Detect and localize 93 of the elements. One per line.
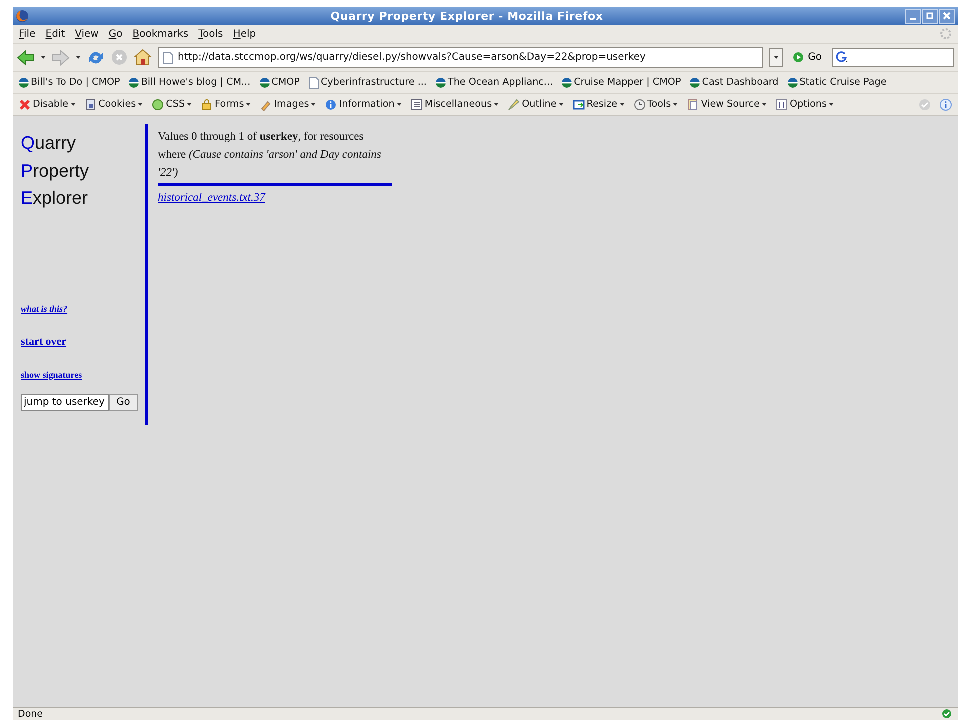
menu-item[interactable]: Go [108,28,123,40]
caret-icon [396,102,402,106]
bookmark-icon [19,78,29,88]
bookmark-link[interactable]: Bill Howe's blog | CM... [129,77,251,88]
info-icon [325,98,338,110]
results-summary: Values 0 through 1 of userkey, for resources where (Cause contains 'arson' and Day contains '22') [158,128,392,186]
search-engine-icon [836,51,850,64]
toolbar-menu-button[interactable]: Images [260,98,316,110]
status-text: Done [17,708,44,720]
info-icon[interactable] [940,98,952,110]
forward-arrow-icon[interactable] [52,50,70,66]
bookmark-link[interactable]: The Ocean Applianc... [436,77,554,88]
clock-icon [634,98,646,110]
bookmark-icon [129,78,140,88]
menu-item[interactable]: View [75,28,99,40]
stop-icon[interactable] [111,49,128,66]
home-icon[interactable] [134,49,152,66]
menu-item[interactable]: File [19,28,36,40]
toolbar-menu-button[interactable]: Tools [634,98,678,110]
caret-icon [829,102,834,106]
clipboard-icon [687,98,700,110]
lock-icon [201,98,214,110]
bookmark-link[interactable]: CMOP [260,77,300,88]
app-title-line: Quarry [21,132,78,155]
maximize-button[interactable] [922,8,938,24]
bookmark-link[interactable]: Cast Dashboard [690,77,779,88]
window-title: Quarry Property Explorer - Mozilla Firefox [330,10,604,22]
menu-item[interactable]: Bookmarks [132,28,189,40]
pencil-icon [260,98,272,110]
toolbar-menu-button[interactable]: Forms [201,98,252,110]
bookmark-icon [690,78,700,88]
caret-icon [311,102,316,106]
play-icon [793,52,804,63]
bookmark-icon [436,78,446,88]
sidebar-link[interactable]: start over [21,336,67,348]
page-icon [163,52,173,64]
close-icon [943,12,951,20]
caret-icon [774,56,779,60]
caret-icon [138,102,144,106]
options-icon [776,98,788,110]
bookmark-link[interactable]: Cruise Mapper | CMOP [562,77,682,88]
result-link[interactable]: historical_events.txt.37 [158,192,266,204]
throbber-icon [940,28,952,40]
menu-item[interactable]: Edit [46,28,66,40]
cross-icon [19,98,31,110]
bookmark-link[interactable]: Static Cruise Page [788,77,887,88]
toolbar-menu-button[interactable]: Outline [508,98,564,110]
toolbar-menu-button[interactable]: Miscellaneous [410,98,500,110]
go-button[interactable]: Go [789,52,826,63]
caret-icon [246,102,252,106]
pencil-icon [508,98,520,110]
search-field[interactable] [832,48,954,67]
caret-icon [494,102,500,106]
browser-logo-icon [16,10,29,22]
toolbar-menu-button[interactable]: View Source [687,98,767,110]
check-icon [942,709,952,719]
app-title-line: Explorer [21,187,90,210]
toolbar-menu-button[interactable]: Cookies [84,98,144,110]
dropdown-button[interactable] [769,48,784,67]
check-icon[interactable] [919,98,931,110]
caret-icon [187,102,192,106]
maximize-icon [926,12,934,20]
address-field[interactable]: http://data.stccmop.org/ws/quarry/diesel.py/showvals?Cause=arson&Day=22&prop=userkey [158,47,764,68]
sidebar-link[interactable]: show signatures [21,370,82,380]
caret-icon [70,102,76,106]
sidebar-link[interactable]: what is this? [21,304,68,314]
toolbar-menu-button[interactable]: Resize [572,98,625,110]
toolbar-menu-button[interactable]: CSS [152,98,192,110]
caret-icon [76,56,81,60]
menu-item[interactable]: Tools [198,28,224,40]
toolbar-menu-button[interactable]: Options [776,98,834,110]
bookmark-icon [562,78,572,88]
bookmark-link[interactable]: Bill's To Do | CMOP [19,77,120,88]
menu-item[interactable]: Help [233,28,256,40]
caret-icon [620,102,625,106]
toolbar-menu-button[interactable]: Disable [19,98,76,110]
close-button[interactable] [939,8,955,24]
bookmark-icon [308,76,319,88]
list-icon [410,98,423,110]
go-button[interactable]: Go [109,394,138,410]
back-arrow-icon[interactable] [17,50,35,66]
caret-icon [673,102,678,106]
jump-field[interactable]: jump to userkey [21,394,109,410]
bookmark-icon [788,78,798,88]
app-title-line: Property [21,160,90,183]
caret-icon [762,102,767,106]
caret-icon [558,102,564,106]
bookmark-link[interactable]: Cyberinfrastructure ... [308,76,427,88]
caret-icon [41,56,46,60]
minimize-button[interactable] [905,8,921,24]
bookmark-icon [260,78,270,88]
toolbar-menu-button[interactable]: Information [325,98,402,110]
resize-icon [572,98,585,110]
